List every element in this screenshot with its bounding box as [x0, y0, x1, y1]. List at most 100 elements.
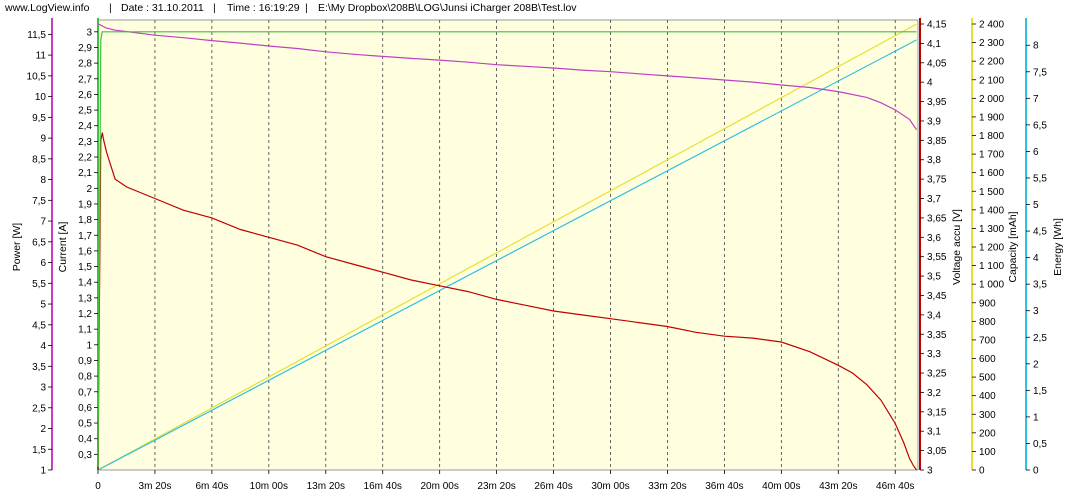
capacity-tick-label: 1 000: [979, 280, 1004, 291]
current-tick-label: 2,1: [78, 168, 92, 179]
current-tick-label: 3: [86, 27, 92, 38]
energy-tick-label: 5,5: [1033, 173, 1047, 184]
current-tick-label: 0,5: [78, 419, 92, 430]
current-tick-label: 2: [86, 184, 92, 195]
current-tick-label: 1,4: [78, 278, 92, 289]
capacity-tick-label: 1 500: [979, 187, 1004, 198]
power-tick-label: 9: [40, 134, 46, 145]
capacity-tick-label: 200: [979, 428, 996, 439]
current-tick-label: 2,7: [78, 74, 92, 85]
current-tick-label: 2,5: [78, 106, 92, 117]
logview-window: www.LogView.info | Date : 31.10.2011 | T…: [0, 0, 1073, 497]
x-tick-label: 20m 00s: [420, 481, 458, 492]
capacity-tick-label: 1 300: [979, 224, 1004, 235]
power-tick-label: 10,5: [27, 71, 47, 82]
voltage-tick-label: 3,2: [927, 388, 941, 399]
capacity-tick-label: 300: [979, 410, 996, 421]
energy-tick-label: 5: [1033, 200, 1039, 211]
power-axis-title: Power [W]: [11, 223, 23, 272]
capacity-tick-label: 100: [979, 447, 996, 458]
power-tick-label: 4,5: [32, 320, 46, 331]
capacity-tick-label: 1 800: [979, 131, 1004, 142]
power-tick-label: 8,5: [32, 154, 46, 165]
current-tick-label: 1,3: [78, 293, 92, 304]
capacity-tick-label: 1 100: [979, 261, 1004, 272]
x-tick-label: 13m 20s: [307, 481, 345, 492]
energy-tick-label: 0,5: [1033, 439, 1047, 450]
voltage-tick-label: 3,75: [927, 175, 947, 186]
voltage-tick-label: 3,7: [927, 194, 941, 205]
capacity-tick-label: 900: [979, 298, 996, 309]
power-tick-label: 8: [40, 175, 46, 186]
current-tick-label: 0,4: [78, 434, 92, 445]
capacity-tick-label: 1 900: [979, 112, 1004, 123]
power-tick-label: 6,5: [32, 237, 46, 248]
energy-tick-label: 3: [1033, 306, 1039, 317]
energy-tick-label: 7,5: [1033, 67, 1047, 78]
power-tick-label: 11,5: [27, 30, 46, 41]
voltage-tick-label: 3,15: [927, 407, 947, 418]
voltage-tick-label: 4,15: [927, 20, 947, 31]
capacity-tick-label: 800: [979, 317, 996, 328]
capacity-tick-label: 1 700: [979, 150, 1004, 161]
capacity-tick-label: 500: [979, 373, 996, 384]
capacity-tick-label: 0: [979, 466, 985, 477]
capacity-tick-label: 400: [979, 391, 996, 402]
current-tick-label: 1,5: [78, 262, 92, 273]
power-tick-label: 5: [40, 300, 46, 311]
current-tick-label: 1,8: [78, 215, 92, 226]
capacity-tick-label: 2 400: [979, 20, 1004, 31]
current-tick-label: 2,6: [78, 90, 92, 101]
power-tick-label: 3: [40, 383, 46, 394]
x-tick-label: 23m 20s: [477, 481, 515, 492]
capacity-tick-label: 700: [979, 335, 996, 346]
voltage-tick-label: 4,1: [927, 39, 941, 50]
x-tick-label: 40m 00s: [762, 481, 800, 492]
x-tick-label: 46m 40s: [876, 481, 914, 492]
energy-tick-label: 6,5: [1033, 120, 1047, 131]
power-tick-label: 7: [40, 217, 46, 228]
power-tick-label: 4: [40, 341, 46, 352]
energy-tick-label: 2,5: [1033, 333, 1047, 344]
voltage-tick-label: 3,45: [927, 291, 947, 302]
voltage-tick-label: 3,4: [927, 310, 941, 321]
current-tick-label: 1,9: [78, 199, 92, 210]
x-tick-label: 16m 40s: [364, 481, 402, 492]
current-axis-title: Current [A]: [57, 222, 69, 273]
x-tick-label: 6m 40s: [195, 481, 228, 492]
voltage-tick-label: 3,25: [927, 369, 947, 380]
capacity-tick-label: 2 000: [979, 94, 1004, 105]
x-tick-label: 36m 40s: [705, 481, 743, 492]
capacity-tick-label: 2 100: [979, 75, 1004, 86]
x-tick-label: 10m 00s: [250, 481, 288, 492]
energy-tick-label: 7: [1033, 94, 1039, 105]
x-tick-label: 3m 20s: [139, 481, 172, 492]
energy-tick-label: 1: [1033, 412, 1039, 423]
current-tick-label: 2,9: [78, 43, 92, 54]
voltage-tick-label: 3,85: [927, 136, 947, 147]
energy-tick-label: 4: [1033, 253, 1039, 264]
energy-axis-title: Energy [Wh]: [1052, 218, 1064, 276]
power-tick-label: 5,5: [32, 279, 46, 290]
x-tick-label: 33m 20s: [648, 481, 686, 492]
current-tick-label: 0,6: [78, 403, 92, 414]
voltage-tick-label: 3,05: [927, 446, 947, 457]
voltage-tick-label: 3,3: [927, 349, 941, 360]
power-tick-label: 10: [35, 92, 47, 103]
voltage-tick-label: 3,1: [927, 427, 941, 438]
power-tick-label: 11: [36, 51, 47, 62]
voltage-tick-label: 3,55: [927, 252, 947, 263]
current-tick-label: 2,2: [78, 153, 92, 164]
current-tick-label: 1,7: [78, 231, 92, 242]
power-tick-label: 7,5: [32, 196, 46, 207]
x-tick-label: 0: [95, 481, 101, 492]
current-tick-label: 2,8: [78, 59, 92, 70]
voltage-tick-label: 3,5: [927, 272, 941, 283]
power-tick-label: 1,5: [32, 445, 46, 456]
power-tick-label: 9,5: [32, 113, 46, 124]
energy-tick-label: 4,5: [1033, 227, 1047, 238]
voltage-tick-label: 3: [927, 466, 933, 477]
energy-tick-label: 3,5: [1033, 280, 1047, 291]
current-tick-label: 1,1: [78, 325, 92, 336]
capacity-tick-label: 1 600: [979, 168, 1004, 179]
